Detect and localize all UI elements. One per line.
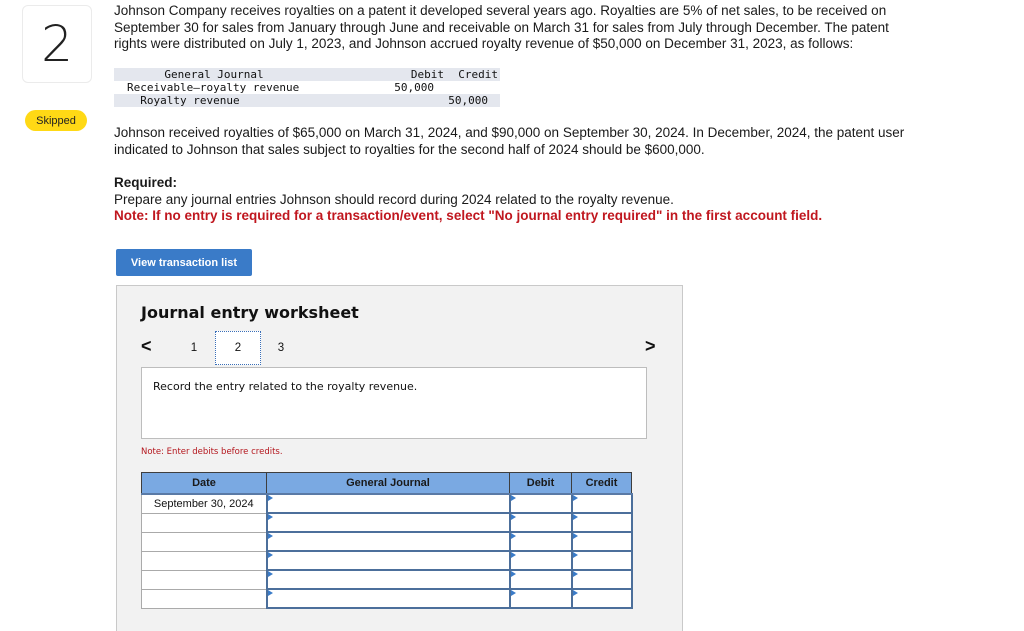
journal-entry-table: Date General Journal Debit Credit Septem… xyxy=(141,472,633,609)
entry-instruction: Record the entry related to the royalty … xyxy=(141,367,647,439)
debit-input[interactable] xyxy=(508,569,573,590)
required-label: Required: xyxy=(114,175,178,190)
worksheet-title: Journal entry worksheet xyxy=(141,303,359,322)
debit-input[interactable] xyxy=(508,493,573,514)
input-marker-icon xyxy=(572,514,578,520)
required-text: Prepare any journal entries Johnson shou… xyxy=(114,191,674,207)
credit-input[interactable] xyxy=(570,550,633,571)
header-debit: Debit xyxy=(509,472,572,495)
dropdown-marker-icon xyxy=(267,533,273,539)
dropdown-marker-icon xyxy=(267,571,273,577)
input-marker-icon xyxy=(510,590,516,596)
page-tab-3[interactable]: 3 xyxy=(260,332,302,364)
credit-input[interactable] xyxy=(570,512,633,533)
input-marker-icon xyxy=(510,533,516,539)
example-journal-row: Receivable—royalty revenue 50,000 xyxy=(114,81,500,94)
input-marker-icon xyxy=(572,552,578,558)
date-cell xyxy=(141,512,267,533)
table-row xyxy=(141,588,633,609)
status-badge: Skipped xyxy=(25,110,87,131)
debit-input[interactable] xyxy=(508,588,573,609)
table-row xyxy=(141,569,633,590)
input-marker-icon xyxy=(572,571,578,577)
view-transaction-list-button[interactable]: View transaction list xyxy=(116,249,252,276)
debit-input[interactable] xyxy=(508,550,573,571)
date-cell xyxy=(141,550,267,571)
header-credit: Credit xyxy=(571,472,632,495)
prev-page-chevron-left-icon[interactable]: < xyxy=(141,336,152,356)
example-header-account: General Journal xyxy=(164,68,264,81)
example-journal-header: General Journal Debit Credit xyxy=(114,68,500,81)
header-date: Date xyxy=(141,472,267,495)
table-header-row: Date General Journal Debit Credit xyxy=(141,472,632,495)
dropdown-marker-icon xyxy=(267,552,273,558)
problem-paragraph-2: Johnson received royalties of $65,000 on… xyxy=(114,125,905,157)
example-header-debit: Debit xyxy=(410,68,444,81)
required-section: Required: Prepare any journal entries Jo… xyxy=(114,175,934,225)
account-select[interactable] xyxy=(265,512,511,533)
next-page-chevron-right-icon[interactable]: > xyxy=(645,336,656,356)
example-journal: General Journal Debit Credit Receivable—… xyxy=(114,68,500,107)
dropdown-marker-icon xyxy=(267,514,273,520)
problem-paragraph-1: Johnson Company receives royalties on a … xyxy=(114,3,889,51)
page-tab-1[interactable]: 1 xyxy=(173,332,215,364)
date-cell: September 30, 2024 xyxy=(141,493,267,514)
question-number: 2 xyxy=(22,5,92,83)
example-account: Receivable—royalty revenue xyxy=(127,81,300,94)
table-row xyxy=(141,512,633,533)
input-marker-icon xyxy=(510,552,516,558)
account-select[interactable] xyxy=(265,588,511,609)
debits-note: Note: Enter debits before credits. xyxy=(141,447,283,457)
required-note: Note: If no entry is required for a tran… xyxy=(114,208,823,223)
header-general-journal: General Journal xyxy=(266,472,510,495)
credit-input[interactable] xyxy=(570,569,633,590)
journal-entry-worksheet: Journal entry worksheet < 1 2 3 > Record… xyxy=(116,285,683,631)
input-marker-icon xyxy=(510,495,516,501)
date-cell xyxy=(141,588,267,609)
date-cell xyxy=(141,531,267,552)
input-marker-icon xyxy=(510,514,516,520)
example-debit: 50,000 xyxy=(394,81,434,94)
input-marker-icon xyxy=(510,571,516,577)
account-select[interactable] xyxy=(265,531,511,552)
table-row xyxy=(141,531,633,552)
date-cell xyxy=(141,569,267,590)
account-select[interactable] xyxy=(265,550,511,571)
example-header-credit: Credit xyxy=(458,68,498,81)
debit-input[interactable] xyxy=(508,531,573,552)
credit-input[interactable] xyxy=(570,493,633,514)
dropdown-marker-icon xyxy=(267,495,273,501)
credit-input[interactable] xyxy=(570,588,633,609)
account-select[interactable] xyxy=(265,569,511,590)
example-debit xyxy=(382,94,434,107)
example-credit xyxy=(434,81,490,94)
example-journal-row: Royalty revenue 50,000 xyxy=(114,94,500,107)
debit-input[interactable] xyxy=(508,512,573,533)
input-marker-icon xyxy=(572,533,578,539)
table-row: September 30, 2024 xyxy=(141,493,633,514)
example-credit: 50,000 xyxy=(448,94,488,107)
credit-input[interactable] xyxy=(570,531,633,552)
table-row xyxy=(141,550,633,571)
example-account: Royalty revenue xyxy=(127,94,240,107)
page-tab-2-active[interactable]: 2 xyxy=(215,331,261,365)
account-select[interactable] xyxy=(265,493,511,514)
input-marker-icon xyxy=(572,590,578,596)
dropdown-marker-icon xyxy=(267,590,273,596)
input-marker-icon xyxy=(572,495,578,501)
